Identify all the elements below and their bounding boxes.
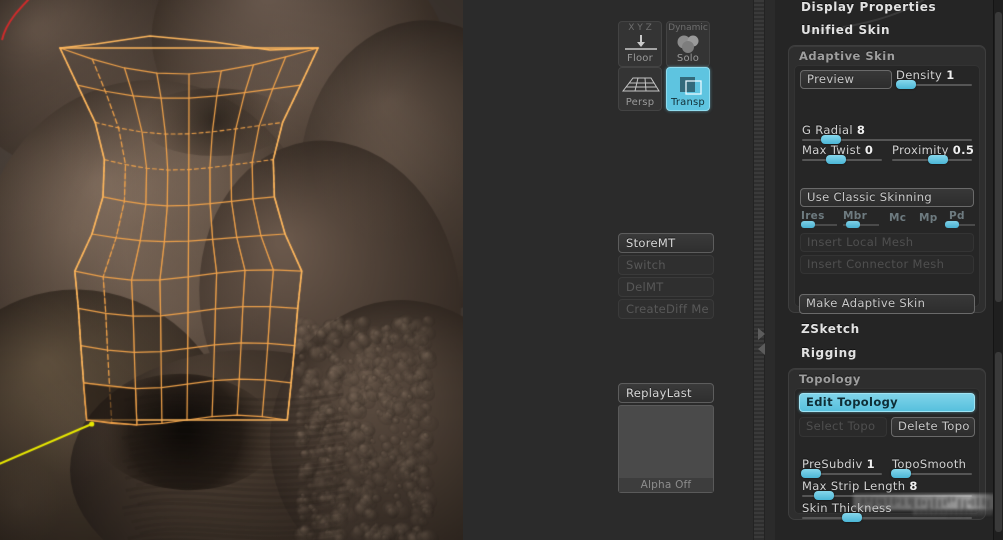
toposmooth-knob[interactable] <box>891 469 911 478</box>
insert-connector-mesh-button: Insert Connector Mesh <box>800 255 974 274</box>
floor-label: Floor <box>619 53 661 64</box>
pd-knob <box>945 221 959 228</box>
presubdiv-value: 1 <box>867 457 875 471</box>
insert-local-mesh-button: Insert Local Mesh <box>800 233 974 252</box>
topology-body: Edit Topology Select Topo Delete Topo Pr… <box>794 388 980 514</box>
switch-button: Switch <box>618 255 714 275</box>
storemt-button[interactable]: StoreMT <box>618 233 714 253</box>
section-zsketch[interactable]: ZSketch <box>801 322 860 336</box>
presubdiv-knob[interactable] <box>801 469 821 478</box>
mbr-knob <box>846 221 860 228</box>
mp-label: Mp <box>919 212 938 224</box>
mc-slider: Mc <box>887 212 913 230</box>
skin-thickness-knob[interactable] <box>842 513 862 522</box>
section-unified-skin[interactable]: Unified Skin <box>801 23 890 37</box>
max-twist-value: 0 <box>865 143 873 157</box>
replaylast-button[interactable]: ReplayLast <box>618 383 714 403</box>
skin-thickness-slider[interactable]: Skin Thickness <box>800 502 974 522</box>
persp-button[interactable]: Persp <box>618 67 662 111</box>
delmt-button: DelMT <box>618 277 714 297</box>
adaptive-skin-body: Preview Density 1 G Radial 8 Max Twist 0 <box>794 65 980 307</box>
topology-title: Topology <box>799 372 861 386</box>
select-topo-button: Select Topo <box>799 417 887 437</box>
alpha-status-label: Alpha Off <box>619 478 713 492</box>
proximity-slider[interactable]: Proximity 0.5 <box>890 144 974 164</box>
section-display-properties[interactable]: Display Properties <box>801 0 936 14</box>
palette-scrollbar-thumb[interactable] <box>995 12 1002 302</box>
max-twist-slider[interactable]: Max Twist 0 <box>800 144 884 164</box>
alpha-thumbnail[interactable]: Alpha Off <box>618 405 714 493</box>
dynamic-label: Dynamic <box>667 23 709 33</box>
document-canvas[interactable] <box>0 0 463 540</box>
preview-button[interactable]: Preview <box>800 70 892 89</box>
solo-label: Solo <box>667 53 709 64</box>
pd-slider: Pd <box>945 212 975 230</box>
topology-group: Topology Edit Topology Select Topo Delet… <box>788 368 986 520</box>
zbrush-window: X Y Z Floor Dynamic Solo Persp Transp St… <box>0 0 1003 540</box>
mbr-slider: Mbr <box>843 212 879 230</box>
ires-slider: Ires <box>801 212 837 230</box>
floor-button[interactable]: X Y Z Floor <box>618 21 662 67</box>
palette-scrollbar[interactable] <box>993 0 1003 540</box>
perspective-grid-icon <box>619 73 661 97</box>
use-classic-skinning-button[interactable]: Use Classic Skinning <box>800 188 974 207</box>
tool-palette-panel: Display Properties Unified Skin Adaptive… <box>775 0 1003 540</box>
proximity-value: 0.5 <box>953 143 974 157</box>
left-tray-panel: X Y Z Floor Dynamic Solo Persp Transp St… <box>463 0 763 540</box>
tray-collapse-left-icon[interactable] <box>758 343 765 355</box>
transp-button[interactable]: Transp <box>666 67 710 111</box>
max-twist-knob[interactable] <box>826 155 846 164</box>
make-adaptive-skin-button[interactable]: Make Adaptive Skin <box>799 294 975 314</box>
creatediff-mesh-button: CreateDiff Me <box>618 299 714 319</box>
palette-scrollbar-thumb-lower[interactable] <box>995 352 1002 532</box>
density-value: 1 <box>946 68 954 82</box>
tray-resize-handle[interactable] <box>753 0 765 540</box>
max-strip-length-value: 8 <box>909 479 917 493</box>
transparency-squares-icon <box>667 73 709 97</box>
g-radial-slider[interactable]: G Radial 8 <box>800 124 974 144</box>
edit-topology-button[interactable]: Edit Topology <box>799 393 975 412</box>
floor-axis-label: X Y Z <box>619 23 661 33</box>
density-knob[interactable] <box>896 80 916 89</box>
max-strip-length-knob[interactable] <box>814 491 834 500</box>
mp-slider: Mp <box>917 212 943 230</box>
ires-knob <box>801 221 815 228</box>
transp-label: Transp <box>667 97 709 108</box>
floor-grid-icon <box>619 33 661 53</box>
adaptive-skin-title: Adaptive Skin <box>799 49 895 63</box>
toposmooth-slider[interactable]: TopoSmooth <box>890 458 974 478</box>
mc-label: Mc <box>889 212 906 224</box>
solo-spheres-icon <box>667 33 709 53</box>
tray-collapse-right-icon[interactable] <box>758 328 765 340</box>
density-slider[interactable]: Density 1 <box>894 69 974 89</box>
sculpt-render[interactable] <box>0 0 463 540</box>
proximity-knob[interactable] <box>928 155 948 164</box>
presubdiv-slider[interactable]: PreSubdiv 1 <box>800 458 884 478</box>
delete-topo-button[interactable]: Delete Topo <box>891 417 975 437</box>
section-rigging[interactable]: Rigging <box>801 346 857 360</box>
adaptive-skin-group: Adaptive Skin Preview Density 1 G Radial… <box>788 45 986 313</box>
persp-label: Persp <box>619 97 661 108</box>
g-radial-value: 8 <box>857 123 865 137</box>
max-strip-length-slider[interactable]: Max Strip Length 8 <box>800 480 974 500</box>
solo-button[interactable]: Dynamic Solo <box>666 21 710 67</box>
